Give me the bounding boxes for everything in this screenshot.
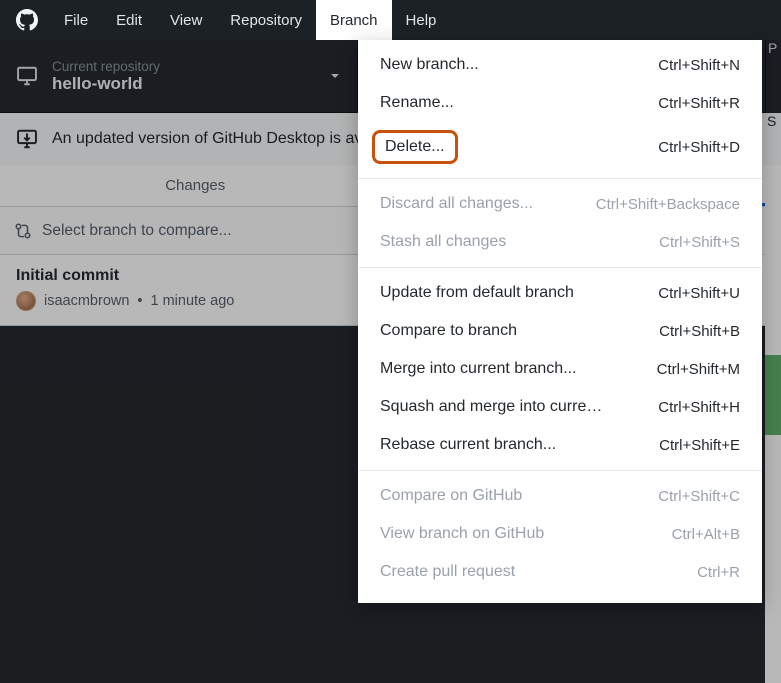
menu-item-label: Rebase current branch... xyxy=(380,436,556,454)
menu-item-merge-into-current-branch[interactable]: Merge into current branch... Ctrl+Shift+M xyxy=(358,350,762,388)
menu-view[interactable]: View xyxy=(156,0,216,40)
branch-dropdown-menu: New branch... Ctrl+Shift+N Rename... Ctrl+S… xyxy=(358,40,762,603)
menu-item-compare-on-github: Compare on GitHub Ctrl+Shift+C xyxy=(358,477,762,515)
menu-branch[interactable]: Branch xyxy=(316,0,392,40)
menu-item-label: Delete... xyxy=(385,138,445,155)
menu-file[interactable]: File xyxy=(50,0,102,40)
menu-separator xyxy=(358,178,762,179)
menu-item-shortcut: Ctrl+Shift+S xyxy=(659,234,740,251)
menu-item-label: Discard all changes... xyxy=(380,195,533,213)
menu-item-label: Compare on GitHub xyxy=(380,487,522,505)
menu-item-shortcut: Ctrl+Shift+Backspace xyxy=(596,196,740,213)
menu-item-new-branch[interactable]: New branch... Ctrl+Shift+N xyxy=(358,46,762,84)
menu-separator xyxy=(358,267,762,268)
menu-item-shortcut: Ctrl+Shift+C xyxy=(658,488,740,505)
menu-item-label: Stash all changes xyxy=(380,233,506,251)
menu-item-shortcut: Ctrl+Alt+B xyxy=(672,526,740,543)
menu-item-create-pull-request: Create pull request Ctrl+R xyxy=(358,553,762,591)
menu-item-delete[interactable]: Delete... Ctrl+Shift+D xyxy=(358,122,762,172)
menu-item-view-branch-on-github: View branch on GitHub Ctrl+Alt+B xyxy=(358,515,762,553)
menu-item-label: Compare to branch xyxy=(380,322,517,340)
menu-item-label: Rename... xyxy=(380,94,454,112)
menu-item-shortcut: Ctrl+Shift+U xyxy=(658,285,740,302)
menu-item-shortcut: Ctrl+Shift+M xyxy=(657,361,740,378)
menu-item-shortcut: Ctrl+Shift+D xyxy=(658,139,740,156)
menu-item-shortcut: Ctrl+Shift+N xyxy=(658,57,740,74)
menu-item-compare-to-branch[interactable]: Compare to branch Ctrl+Shift+B xyxy=(358,312,762,350)
menu-item-shortcut: Ctrl+Shift+B xyxy=(659,323,740,340)
menu-item-shortcut: Ctrl+R xyxy=(697,564,740,581)
menu-separator xyxy=(358,470,762,471)
menu-item-label: View branch on GitHub xyxy=(380,525,544,543)
menu-edit[interactable]: Edit xyxy=(102,0,156,40)
menu-item-label: New branch... xyxy=(380,56,479,74)
menu-item-rebase-current-branch[interactable]: Rebase current branch... Ctrl+Shift+E xyxy=(358,426,762,464)
menu-item-update-from-default-branch[interactable]: Update from default branch Ctrl+Shift+U xyxy=(358,274,762,312)
menu-item-discard-all-changes: Discard all changes... Ctrl+Shift+Backspa… xyxy=(358,185,762,223)
titlebar: File Edit View Repository Branch Help xyxy=(0,0,781,40)
menu-repository[interactable]: Repository xyxy=(216,0,316,40)
menu-item-label: Squash and merge into current branch... xyxy=(380,398,610,416)
menubar-items: File Edit View Repository Branch Help xyxy=(50,0,450,40)
menu-item-label: Merge into current branch... xyxy=(380,360,577,378)
menu-help[interactable]: Help xyxy=(392,0,451,40)
menu-item-stash-all-changes: Stash all changes Ctrl+Shift+S xyxy=(358,223,762,261)
menu-item-shortcut: Ctrl+Shift+R xyxy=(658,95,740,112)
github-logo-icon xyxy=(10,9,44,31)
menu-item-rename[interactable]: Rename... Ctrl+Shift+R xyxy=(358,84,762,122)
menu-item-shortcut: Ctrl+Shift+H xyxy=(658,399,740,416)
menu-item-squash-and-merge-into-current-branch[interactable]: Squash and merge into current branch... C… xyxy=(358,388,762,426)
menu-item-label: Update from default branch xyxy=(380,284,574,302)
menu-item-shortcut: Ctrl+Shift+E xyxy=(659,437,740,454)
menu-item-label: Create pull request xyxy=(380,563,515,581)
highlight-annotation: Delete... xyxy=(372,130,458,164)
